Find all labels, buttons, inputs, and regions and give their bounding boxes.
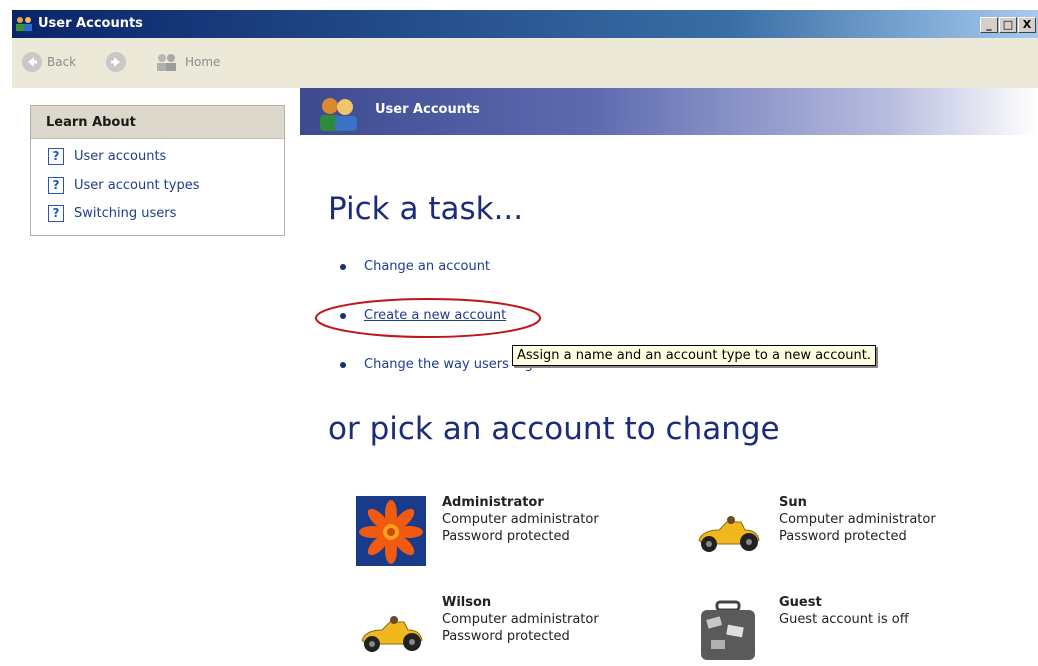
back-arrow-icon xyxy=(22,52,42,72)
forward-arrow-icon xyxy=(106,52,126,72)
forward-button[interactable] xyxy=(106,52,126,72)
account-name: Administrator xyxy=(442,495,544,510)
learn-about-title: Learn About xyxy=(46,115,136,130)
learn-item-switching-users[interactable]: ? Switching users xyxy=(48,205,176,222)
window-left-edge xyxy=(0,0,12,654)
learn-item-user-account-types[interactable]: ? User account types xyxy=(48,177,200,194)
content-header: User Accounts xyxy=(300,88,1038,135)
back-button[interactable]: Back xyxy=(22,52,76,72)
account-info: Sun Computer administrator Password prot… xyxy=(779,494,936,566)
user-accounts-header-icon xyxy=(320,98,357,131)
minimize-button[interactable]: _ xyxy=(980,17,998,33)
tooltip: Assign a name and an account type to a n… xyxy=(512,345,877,366)
maximize-button[interactable]: □ xyxy=(999,17,1017,33)
account-administrator[interactable]: Administrator Computer administrator Pas… xyxy=(356,494,599,566)
race-car-icon xyxy=(361,616,423,652)
home-button[interactable]: Home xyxy=(154,52,220,72)
account-name: Sun xyxy=(779,495,807,510)
highlight-ellipse xyxy=(315,298,541,338)
account-name: Guest xyxy=(779,595,822,610)
race-car-icon xyxy=(698,516,760,552)
help-icon: ? xyxy=(48,177,64,194)
account-status: Password protected xyxy=(779,529,907,544)
account-status: Password protected xyxy=(442,629,570,644)
pick-task-heading: Pick a task... xyxy=(328,191,524,227)
close-button[interactable]: X xyxy=(1018,17,1036,33)
account-type: Guest account is off xyxy=(779,612,909,627)
account-type: Computer administrator xyxy=(442,612,599,627)
help-icon: ? xyxy=(48,205,64,222)
learn-about-header: Learn About xyxy=(31,106,284,139)
back-label: Back xyxy=(47,55,77,69)
learn-item-label: Switching users xyxy=(74,206,177,221)
bullet xyxy=(340,361,346,368)
window-title: User Accounts xyxy=(38,16,143,31)
toolbar: Back Home xyxy=(12,38,1038,88)
learn-item-user-accounts[interactable]: ? User accounts xyxy=(48,148,166,165)
pick-account-heading: or pick an account to change xyxy=(328,411,780,447)
title-bar: User Accounts _ □ X xyxy=(12,10,1038,38)
suitcase-icon xyxy=(701,600,755,660)
account-type: Computer administrator xyxy=(779,512,936,527)
learn-item-label: User accounts xyxy=(74,149,167,164)
task-change-account[interactable]: Change an account xyxy=(340,259,490,274)
account-sun[interactable]: Sun Computer administrator Password prot… xyxy=(693,494,936,566)
account-info: Wilson Computer administrator Password p… xyxy=(442,594,599,666)
home-label: Home xyxy=(185,55,221,69)
learn-item-label: User account types xyxy=(74,178,200,193)
bullet xyxy=(340,263,346,270)
task-label: Change an account xyxy=(364,259,491,274)
flower-icon xyxy=(356,496,426,566)
account-info: Administrator Computer administrator Pas… xyxy=(442,494,599,566)
learn-about-panel: Learn About ? User accounts ? User accou… xyxy=(30,105,285,236)
home-users-icon xyxy=(157,54,176,71)
help-icon: ? xyxy=(48,148,64,165)
account-wilson[interactable]: Wilson Computer administrator Password p… xyxy=(356,594,599,666)
user-accounts-icon xyxy=(16,17,32,31)
account-info: Guest Guest account is off xyxy=(779,594,909,666)
account-type: Computer administrator xyxy=(442,512,599,527)
account-name: Wilson xyxy=(442,595,492,610)
account-status: Password protected xyxy=(442,529,570,544)
content-header-title: User Accounts xyxy=(375,102,480,117)
account-guest[interactable]: Guest Guest account is off xyxy=(693,594,909,666)
